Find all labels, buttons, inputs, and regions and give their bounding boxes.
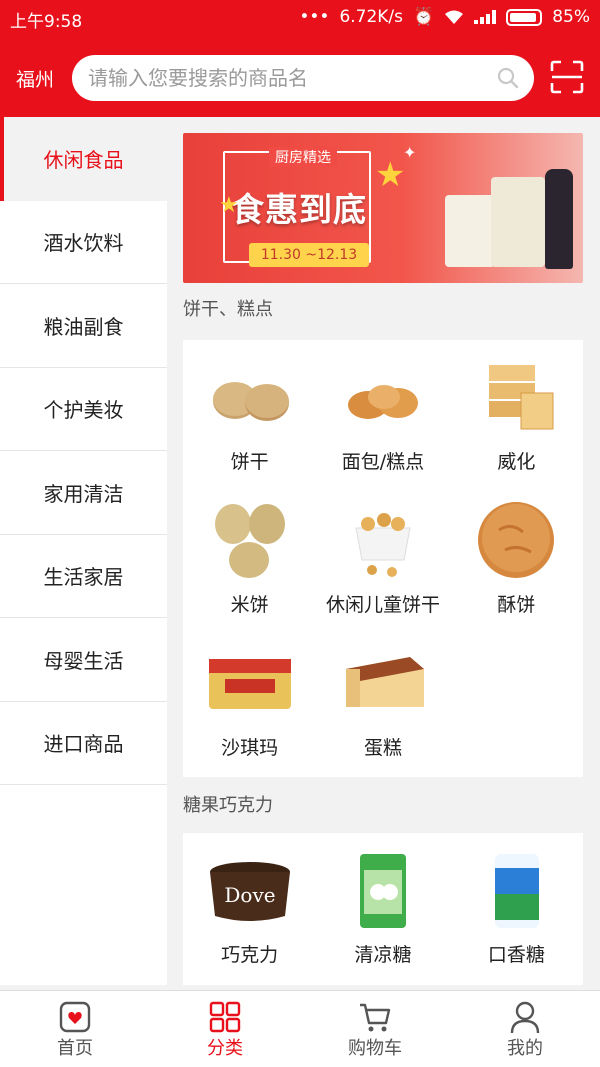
sidebar-item-grain-oil[interactable]: 粮油副食 [0, 284, 167, 368]
sachima-icon [208, 659, 291, 709]
cake-icon [345, 657, 424, 707]
subcategory-item[interactable]: 酥饼 [450, 488, 583, 631]
subcategory-label: 清凉糖 [354, 944, 412, 966]
sidebar-item-home-living[interactable]: 生活家居 [0, 534, 167, 618]
sidebar-item-cleaning[interactable]: 家用清洁 [0, 451, 167, 535]
network-speed: 6.72K/s [339, 7, 404, 27]
promo-banner[interactable]: 厨房精选 食惠到底 11.30 ~12.13 ★ ★ ✦ [183, 133, 583, 283]
sidebar-item-label: 个护美妆 [43, 398, 124, 423]
profile-icon [510, 1001, 540, 1034]
search-input[interactable] [88, 63, 488, 93]
subcategory-label: 巧克力 [221, 944, 279, 966]
sidebar-item-label: 酒水饮料 [43, 231, 124, 256]
subcategory-label: 威化 [497, 451, 536, 473]
subcategory-item[interactable]: 威化 [450, 345, 583, 488]
star-icon: ★ [375, 155, 406, 195]
svg-text:Dove: Dove [224, 883, 275, 907]
category-sidebar: 休闲食品 酒水饮料 粮油副食 个护美妆 家用清洁 生活家居 母婴生活 进口商品 [0, 117, 167, 985]
sidebar-item-snacks[interactable]: 休闲食品 [0, 117, 167, 201]
gum-icon [495, 854, 540, 928]
tab-label: 我的 [507, 1038, 543, 1059]
battery-icon [506, 8, 543, 26]
tab-label: 首页 [57, 1038, 93, 1059]
status-bar: 上午9:58 ••• 6.72K/s ⏰ 85% [0, 0, 600, 34]
tab-profile[interactable]: 我的 [450, 991, 600, 1067]
cell-signal-icon [474, 10, 497, 24]
tab-label: 购物车 [348, 1038, 402, 1059]
status-time: 上午9:58 [10, 12, 83, 32]
sidebar-item-label: 粮油副食 [43, 314, 124, 339]
scan-icon[interactable] [550, 60, 584, 94]
product-bag-image [445, 195, 495, 267]
subcategory-label: 米饼 [230, 594, 269, 616]
subcategory-item[interactable]: 蛋糕 [316, 631, 449, 774]
sidebar-item-label: 进口商品 [43, 732, 124, 757]
product-bottle-image [545, 169, 573, 269]
subcategory-item[interactable]: 米饼 [183, 488, 316, 631]
banner-tag: 厨房精选 [269, 147, 337, 167]
product-bag-image [491, 177, 545, 267]
city-selector[interactable]: 福州 [16, 65, 54, 92]
search-bar[interactable] [72, 55, 534, 101]
banner-headline: 食惠到底 [231, 190, 367, 229]
subcategory-label: 沙琪玛 [221, 737, 279, 759]
biscuit-icon [212, 382, 289, 421]
subcategory-label: 休闲儿童饼干 [325, 594, 440, 616]
tab-home[interactable]: 首页 [0, 991, 150, 1067]
subcategory-item[interactable]: Dove 巧克力 [183, 838, 316, 981]
sidebar-item-label: 休闲食品 [43, 148, 124, 173]
sidebar-item-mother-baby[interactable]: 母婴生活 [0, 618, 167, 702]
subcategory-item[interactable]: 沙琪玛 [183, 631, 316, 774]
sidebar-item-label: 母婴生活 [43, 648, 124, 673]
sidebar-item-imported[interactable]: 进口商品 [0, 701, 167, 785]
tab-label: 分类 [207, 1038, 243, 1059]
sidebar-item-personal-care[interactable]: 个护美妆 [0, 367, 167, 451]
rice-cracker-icon [214, 504, 285, 578]
status-right: ••• 6.72K/s ⏰ 85% [299, 7, 590, 27]
subcategory-label: 面包/糕点 [341, 451, 425, 473]
subcategory-item[interactable]: 休闲儿童饼干 [316, 488, 449, 631]
tab-cart[interactable]: 购物车 [300, 991, 450, 1067]
subcategory-label: 饼干 [230, 451, 269, 473]
subcategory-item[interactable]: 饼干 [183, 345, 316, 488]
subcategory-label: 酥饼 [497, 594, 536, 616]
chocolate-icon: Dove [209, 862, 290, 921]
mint-candy-icon [359, 854, 406, 928]
section-title: 糖果巧克力 [183, 795, 273, 816]
subcategory-label: 蛋糕 [363, 737, 402, 759]
subcategory-item[interactable]: 清凉糖 [316, 838, 449, 981]
banner-date: 11.30 ~12.13 [249, 243, 369, 267]
signal-dots-icon: ••• [299, 7, 330, 27]
wifi-icon [445, 10, 464, 24]
subcategory-item[interactable]: 面包/糕点 [316, 345, 449, 488]
subcategory-item[interactable]: 口香糖 [450, 838, 583, 981]
tab-category[interactable]: 分类 [150, 991, 300, 1067]
section-title: 饼干、糕点 [183, 299, 273, 320]
app-header: 上午9:58 ••• 6.72K/s ⏰ 85% 福州 [0, 0, 600, 117]
alarm-icon: ⏰ [413, 7, 435, 27]
subcategory-card: Dove 巧克力 清凉糖 口香糖 [183, 833, 583, 985]
kids-cookie-icon [355, 513, 411, 577]
subcategory-card: 饼干 面包/糕点 威化 米饼 休闲儿童饼干 酥饼 沙琪玛 蛋糕 [183, 340, 583, 777]
wafer-icon [489, 365, 554, 430]
bottom-tab-bar: 首页 分类 购物车 我的 [0, 990, 600, 1067]
subcategory-label: 口香糖 [487, 944, 545, 966]
bread-icon [347, 385, 418, 419]
search-icon[interactable] [496, 66, 520, 90]
home-icon [59, 1001, 91, 1033]
cart-icon [360, 1003, 391, 1032]
star-icon: ★ [219, 193, 239, 218]
sidebar-item-drinks[interactable]: 酒水饮料 [0, 200, 167, 284]
category-icon [209, 1001, 241, 1033]
star-icon: ✦ [403, 143, 417, 162]
battery-level: 85% [552, 7, 590, 27]
sidebar-item-label: 生活家居 [43, 565, 124, 590]
sidebar-item-label: 家用清洁 [43, 481, 124, 506]
shortbread-icon [478, 502, 555, 578]
